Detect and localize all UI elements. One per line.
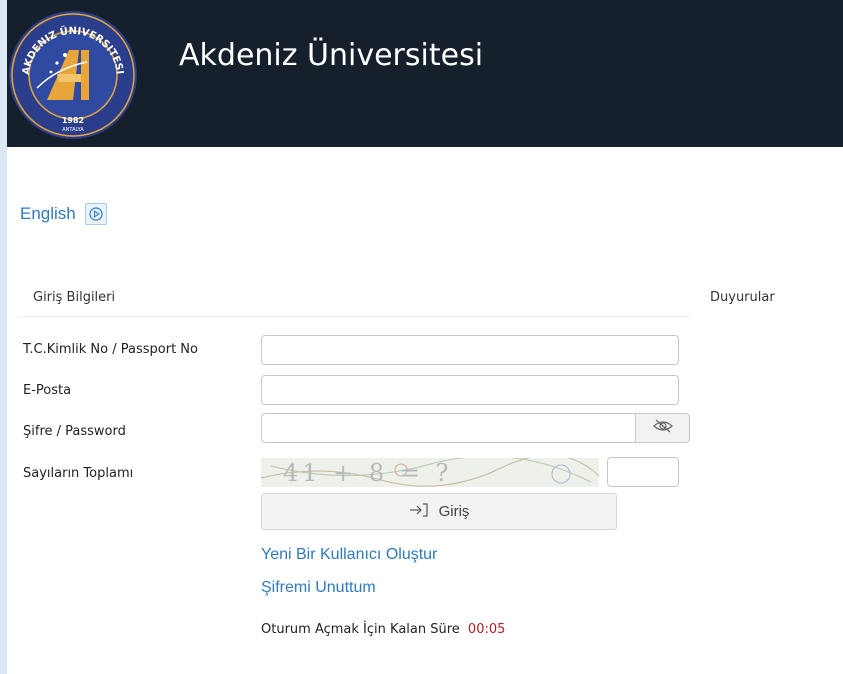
site-title: Akdeniz Üniversitesi	[179, 38, 484, 73]
email-label: E-Posta	[23, 383, 72, 398]
timer-label: Oturum Açmak İçin Kalan Süre	[261, 622, 460, 637]
password-input[interactable]	[261, 413, 636, 443]
play-circle-icon[interactable]	[84, 203, 107, 225]
university-logo[interactable]: AKDENIZ ÜNIVERSITESI 1982 ANTALYA	[7, 8, 140, 142]
left-edge-strip	[0, 0, 7, 674]
logo-year: 1982	[62, 116, 84, 125]
login-section-title: Giriş Bilgileri	[33, 290, 116, 305]
language-switcher: English	[20, 203, 107, 225]
tc-label: T.C.Kimlik No / Passport No	[23, 342, 198, 357]
password-toggle-button[interactable]	[635, 413, 690, 443]
captcha-text: 41 + 8 = ?	[283, 459, 452, 487]
login-button-label: Giriş	[438, 503, 470, 520]
register-link[interactable]: Yeni Bir Kullanıcı Oluştur	[261, 546, 437, 564]
english-link[interactable]: English	[20, 204, 76, 224]
captcha-image: 41 + 8 = ?	[261, 458, 599, 487]
section-divider	[17, 316, 692, 317]
tc-input[interactable]	[261, 335, 679, 365]
announcements-title: Duyurular	[710, 290, 775, 305]
eye-off-icon	[652, 418, 674, 438]
email-input[interactable]	[261, 375, 679, 405]
logo-city: ANTALYA	[62, 127, 84, 133]
session-timer: Oturum Açmak İçin Kalan Süre 00:05	[261, 622, 505, 637]
timer-value: 00:05	[467, 622, 506, 637]
login-button[interactable]: Giriş	[261, 493, 617, 530]
captcha-label: Sayıların Toplamı	[23, 466, 134, 481]
password-label: Şifre / Password	[23, 424, 126, 439]
captcha-answer-input[interactable]	[607, 457, 679, 487]
sign-in-icon	[409, 502, 429, 522]
forgot-password-link[interactable]: Şifremi Unuttum	[261, 579, 376, 597]
